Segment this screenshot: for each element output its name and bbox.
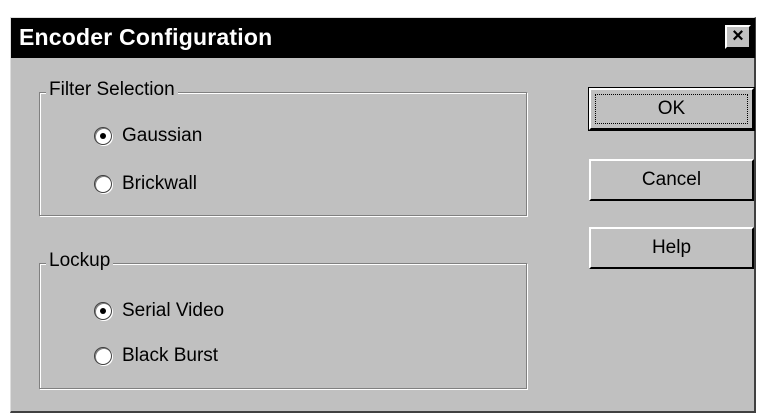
radio-brickwall-label: Brickwall bbox=[122, 173, 197, 194]
radio-serial-video[interactable]: Serial Video bbox=[94, 298, 224, 324]
radio-button-icon[interactable] bbox=[94, 302, 112, 320]
radio-selected-dot bbox=[100, 308, 106, 314]
radio-black-burst-label: Black Burst bbox=[122, 345, 219, 366]
cancel-label: Cancel bbox=[641, 169, 702, 190]
radio-selected-dot bbox=[100, 133, 106, 139]
radio-button-icon[interactable] bbox=[94, 175, 112, 193]
close-button[interactable]: × bbox=[725, 25, 751, 49]
ok-button[interactable]: OK bbox=[588, 87, 755, 131]
lockup-legend: Lockup bbox=[46, 250, 114, 272]
cancel-button[interactable]: Cancel bbox=[589, 159, 754, 201]
focus-ring bbox=[595, 94, 748, 124]
lockup-group: Lockup Serial Video Black Burst bbox=[39, 250, 527, 389]
help-button[interactable]: Help bbox=[589, 227, 754, 269]
radio-button-icon[interactable] bbox=[94, 127, 112, 145]
radio-gaussian[interactable]: Gaussian bbox=[94, 123, 202, 149]
filter-selection-group: Filter Selection Gaussian Brickwall bbox=[39, 79, 527, 216]
radio-gaussian-label: Gaussian bbox=[122, 125, 203, 146]
encoder-config-dialog: Encoder Configuration × Filter Selection… bbox=[10, 17, 756, 413]
title-bar[interactable]: Encoder Configuration × bbox=[11, 18, 755, 58]
window-title: Encoder Configuration bbox=[19, 24, 273, 50]
radio-black-burst[interactable]: Black Burst bbox=[94, 343, 218, 369]
radio-button-icon[interactable] bbox=[94, 347, 112, 365]
help-label: Help bbox=[651, 237, 692, 258]
radio-serial-video-label: Serial Video bbox=[122, 300, 225, 321]
close-icon: × bbox=[732, 25, 744, 47]
radio-brickwall[interactable]: Brickwall bbox=[94, 171, 197, 197]
filter-selection-legend: Filter Selection bbox=[46, 79, 178, 101]
